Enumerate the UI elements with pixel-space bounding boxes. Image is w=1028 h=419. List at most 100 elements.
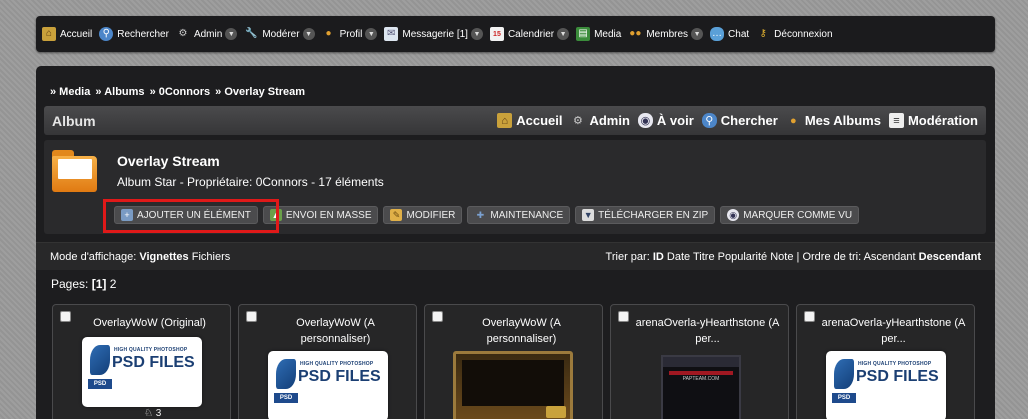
nav-label: Modérer — [262, 28, 300, 40]
nav-profil[interactable]: ● Profil ▼ — [322, 27, 378, 41]
folder-edit-icon: ✎ — [390, 209, 403, 221]
add-image-icon: + — [121, 209, 133, 221]
house-icon: ⌂ — [497, 113, 513, 128]
link-a-voir[interactable]: ◉ À voir — [637, 113, 694, 128]
album-section-title: Album — [52, 112, 96, 129]
chevron-down-icon[interactable]: ▼ — [225, 28, 238, 40]
pages-label: Pages: — [51, 277, 89, 291]
nav-messagerie[interactable]: ✉ Messagerie [1] ▼ — [384, 27, 483, 41]
magnifier-icon: ⚲ — [701, 113, 717, 128]
breadcrumb-user[interactable]: » 0Connors — [150, 86, 211, 98]
nav-label: Accueil — [60, 28, 93, 40]
wow-logo-icon — [546, 406, 566, 418]
maintenance-button[interactable]: ✚ MAINTENANCE — [467, 206, 571, 224]
page-link-2[interactable]: 2 — [110, 277, 117, 291]
nav-label: Messagerie [1] — [402, 28, 468, 40]
feather-icon — [90, 345, 110, 375]
media-item[interactable]: OverlayWoW (A personnaliser) — [424, 304, 603, 419]
tools-icon: ✚ — [476, 209, 485, 220]
add-item-button[interactable]: + AJOUTER UN ÉLÉMENT — [114, 206, 258, 224]
link-mes-albums[interactable]: ● Mes Albums — [786, 113, 881, 128]
select-checkbox[interactable] — [246, 311, 257, 322]
nav-deconnexion[interactable]: ⚷ Déconnexion — [756, 27, 832, 41]
breadcrumb: » Media » Albums » 0Connors » Overlay St… — [50, 86, 307, 98]
psd-thumbnail[interactable]: HIGH QUALITY PHOTOSHOP PSD FILES PSD — [82, 337, 202, 407]
nav-label: Profil — [339, 28, 363, 40]
link-admin[interactable]: ⚙ Admin — [570, 113, 630, 128]
nav-admin[interactable]: ⚙ Admin ▼ — [176, 27, 238, 41]
rating-icon: ♘ — [144, 408, 153, 419]
psd-thumbnail[interactable]: HIGH QUALITY PHOTOSHOP PSD FILES PSD — [826, 351, 946, 419]
action-label: MODIFIER — [406, 209, 456, 221]
envelope-icon: ✉ — [384, 27, 399, 41]
user-icon: ● — [325, 28, 332, 39]
item-title[interactable]: OverlayWoW (A personnaliser) — [447, 315, 596, 347]
overlay-thumbnail[interactable] — [453, 351, 573, 419]
album-actions: + AJOUTER UN ÉLÉMENT ▲ ENVOI EN MASSE ✎ … — [114, 206, 864, 224]
feather-icon — [276, 359, 296, 389]
action-label: AJOUTER UN ÉLÉMENT — [137, 209, 251, 221]
item-title[interactable]: OverlayWoW (A personnaliser) — [261, 315, 410, 347]
media-item[interactable]: arenaOverla-yHearthstone (A per... PAPTE… — [610, 304, 789, 419]
nav-media[interactable]: ▤ Media — [576, 27, 621, 41]
chevron-down-icon[interactable]: ▼ — [691, 28, 704, 40]
nav-label: Media — [594, 28, 622, 40]
nav-membres[interactable]: ●● Membres ▼ — [628, 27, 704, 41]
psd-thumbnail[interactable]: HIGH QUALITY PHOTOSHOP PSD FILES PSD — [268, 351, 388, 419]
link-chercher[interactable]: ⚲ Chercher — [701, 113, 778, 128]
select-checkbox[interactable] — [618, 311, 629, 322]
nav-accueil[interactable]: ⌂ Accueil — [42, 27, 92, 41]
link-accueil[interactable]: ⌂ Accueil — [497, 113, 562, 128]
nav-label: Déconnexion — [774, 28, 833, 40]
item-title[interactable]: arenaOverla-yHearthstone (A per... — [819, 315, 968, 347]
mode-files[interactable]: Fichiers — [192, 251, 231, 263]
media-item[interactable]: OverlayWoW (A personnaliser) HIGH QUALIT… — [238, 304, 417, 419]
list-icon: ≡ — [888, 113, 904, 128]
media-item[interactable]: OverlayWoW (Original) HIGH QUALITY PHOTO… — [52, 304, 231, 419]
page-current: [1] — [91, 277, 107, 291]
chevron-down-icon[interactable]: ▼ — [365, 28, 378, 40]
nav-rechercher[interactable]: ⚲ Rechercher — [99, 27, 169, 41]
select-checkbox[interactable] — [60, 311, 71, 322]
link-moderation[interactable]: ≡ Modération — [888, 113, 978, 128]
download-icon: ▼ — [582, 209, 595, 221]
link-label: Admin — [589, 113, 630, 128]
feather-icon — [834, 359, 854, 389]
download-zip-button[interactable]: ▼ TÉLÉCHARGER EN ZIP — [575, 206, 716, 224]
chevron-down-icon[interactable]: ▼ — [302, 28, 315, 40]
nav-label: Calendrier — [507, 28, 555, 40]
item-title[interactable]: OverlayWoW (Original) — [75, 315, 224, 331]
album-name: Overlay Stream — [117, 153, 220, 169]
action-label: ENVOI EN MASSE — [285, 209, 372, 221]
display-mode-bar: Mode d'affichage: Vignettes Fichiers Tri… — [36, 242, 995, 270]
display-mode: Mode d'affichage: Vignettes Fichiers — [50, 251, 230, 263]
mode-thumbnails[interactable]: Vignettes — [139, 251, 188, 263]
order-ascending[interactable]: Ascendant — [864, 251, 916, 263]
nav-label: Chat — [728, 28, 750, 40]
breadcrumb-current[interactable]: » Overlay Stream — [215, 86, 305, 98]
nav-chat[interactable]: … Chat — [710, 27, 749, 41]
breadcrumb-albums[interactable]: » Albums — [95, 86, 144, 98]
mark-seen-button[interactable]: ◉ MARQUER COMME VU — [720, 206, 860, 224]
select-checkbox[interactable] — [432, 311, 443, 322]
bulk-upload-button[interactable]: ▲ ENVOI EN MASSE — [262, 206, 379, 224]
select-checkbox[interactable] — [804, 311, 815, 322]
rating: ♘ 3 — [144, 408, 161, 419]
item-title[interactable]: arenaOverla-yHearthstone (A per... — [633, 315, 782, 347]
upload-icon: ▲ — [269, 209, 282, 221]
action-label: MAINTENANCE — [490, 209, 564, 221]
order-descending[interactable]: Descendant — [919, 251, 981, 263]
chevron-down-icon[interactable]: ▼ — [557, 28, 570, 40]
media-item[interactable]: arenaOverla-yHearthstone (A per... HIGH … — [796, 304, 975, 419]
edit-button[interactable]: ✎ MODIFIER — [383, 206, 463, 224]
members-icon: ●● — [629, 28, 642, 39]
nav-label: Admin — [193, 28, 223, 40]
sort-id[interactable]: ID — [653, 251, 664, 263]
breadcrumb-media[interactable]: » Media — [50, 86, 90, 98]
arena-thumbnail[interactable]: PAPTEAM.COM — [661, 355, 741, 419]
sort-options[interactable]: Date Titre Popularité Note — [667, 251, 794, 263]
chevron-down-icon[interactable]: ▼ — [470, 28, 483, 40]
nav-moderer[interactable]: 🔧 Modérer ▼ — [244, 27, 315, 41]
nav-calendrier[interactable]: 15 Calendrier ▼ — [489, 27, 570, 41]
top-navigation: ⌂ Accueil ⚲ Rechercher ⚙ Admin ▼ 🔧 Modér… — [36, 16, 995, 52]
